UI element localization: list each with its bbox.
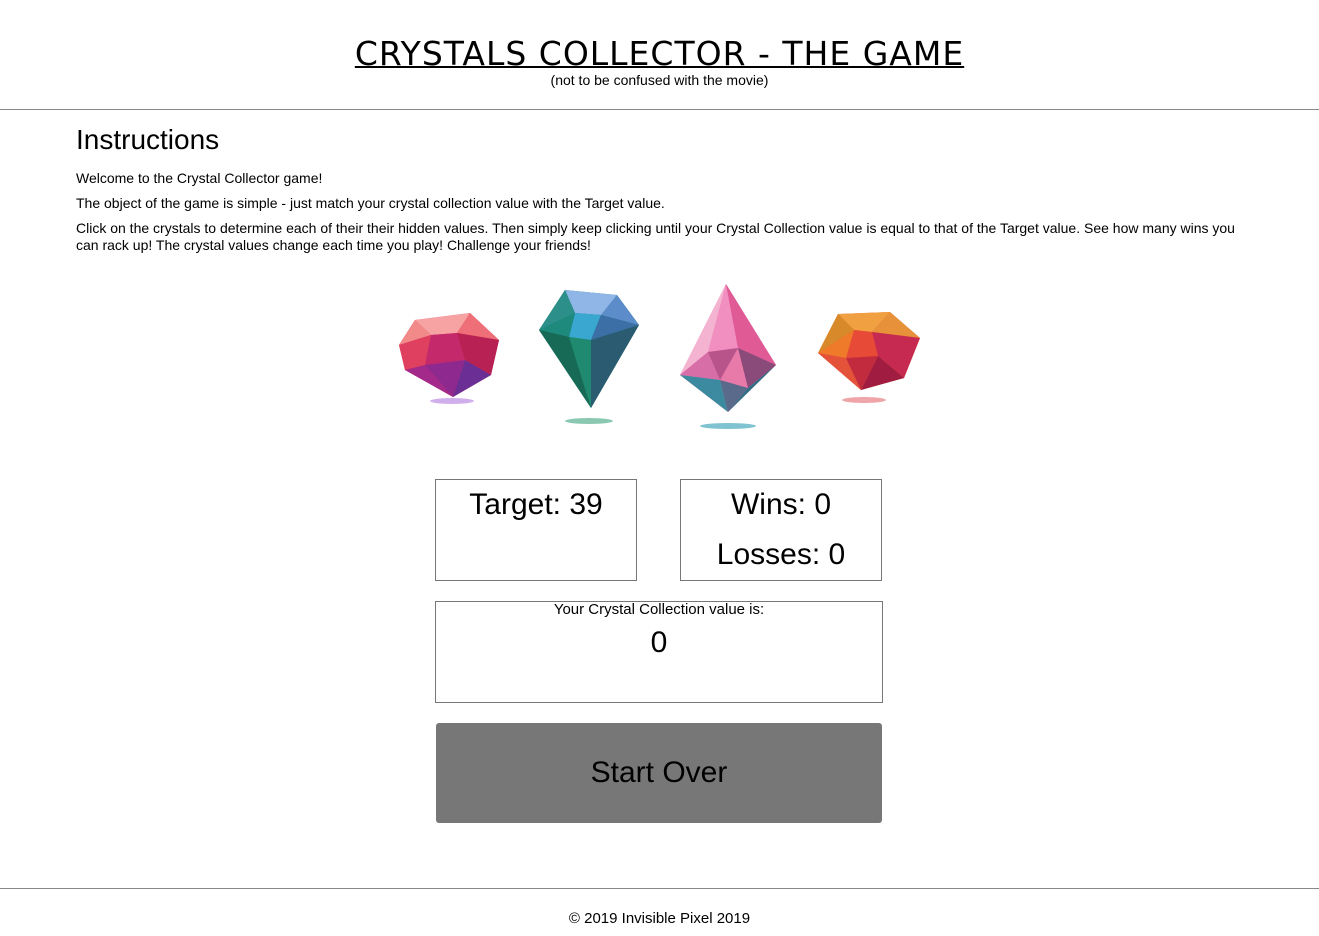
- page-footer: © 2019 Invisible Pixel 2019: [0, 888, 1319, 936]
- pink-crystal[interactable]: [678, 280, 788, 440]
- instructions-heading: Instructions: [76, 124, 220, 155]
- instructions-paragraph-objective: The object of the game is simple - just …: [76, 195, 665, 211]
- instructions-section: Instructions Welcome to the Crystal Coll…: [76, 122, 1246, 262]
- target-value: Target: 39: [469, 488, 603, 521]
- green-crystal[interactable]: [535, 285, 645, 435]
- red-crystal[interactable]: [395, 305, 505, 415]
- wins-count: Wins: 0: [730, 488, 832, 521]
- score-panel: Wins: 0 Losses: 0: [680, 479, 882, 581]
- start-over-button[interactable]: Start Over: [436, 723, 882, 823]
- page-title: CRYSTALS COLLECTOR - THE GAME: [354, 34, 965, 73]
- target-panel: Target: 39: [435, 479, 637, 581]
- orange-crystal[interactable]: [816, 308, 926, 413]
- crystal-row: [395, 280, 925, 440]
- instructions-paragraph-welcome: Welcome to the Crystal Collector game!: [76, 170, 323, 186]
- instructions-paragraph-howto: Click on the crystals to determine each …: [76, 220, 1235, 253]
- collection-value: 0: [650, 626, 668, 659]
- collection-label: Your Crystal Collection value is:: [553, 601, 765, 618]
- page-subtitle: (not to be confused with the movie): [550, 72, 769, 88]
- losses-count: Losses: 0: [716, 538, 846, 571]
- collection-panel: Your Crystal Collection value is: 0: [435, 601, 883, 703]
- page-header: CRYSTALS COLLECTOR - THE GAME (not to be…: [0, 0, 1319, 110]
- copyright-text: © 2019 Invisible Pixel 2019: [568, 910, 751, 927]
